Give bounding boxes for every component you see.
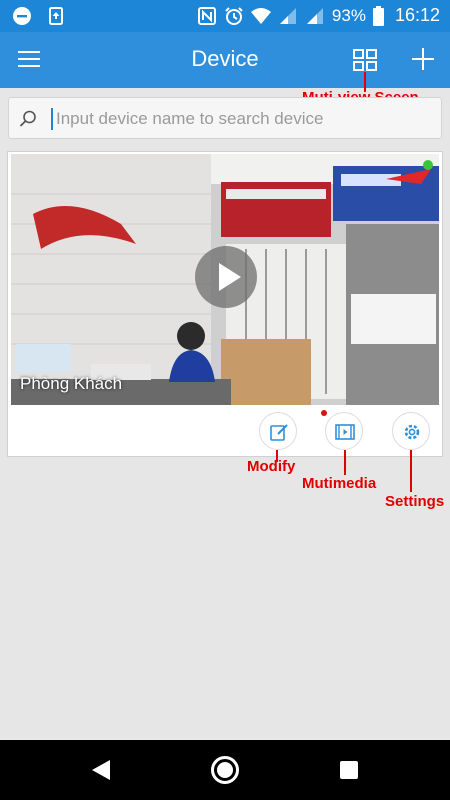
annotation-multimedia: Mutimedia [302,475,377,492]
modify-button[interactable] [259,412,297,450]
signal-icon [279,7,296,24]
wifi-icon [250,7,271,24]
signal-icon [306,7,323,24]
upload-icon [49,7,63,25]
add-icon[interactable] [408,44,438,74]
camera-preview[interactable]: Phòng Khách [11,154,439,405]
multi-view-icon[interactable] [352,47,378,73]
annotation-line [410,450,412,492]
search-input[interactable] [56,104,436,134]
app-bar: Device [0,32,450,88]
recent-apps-icon[interactable] [340,761,358,779]
status-bar: 93% 16:12 [0,0,450,32]
alarm-icon [225,6,243,25]
annotation-settings: Settings [385,493,445,510]
device-name: Phòng Khách [20,374,123,393]
home-icon[interactable] [211,756,239,784]
battery-percent: 93% [331,5,366,25]
device-actions [8,410,444,454]
system-nav-bar [0,740,450,800]
minus-circle-icon [13,7,31,25]
media-icon [335,424,355,440]
search-bar [8,97,442,139]
multimedia-button[interactable] [325,412,363,450]
text-cursor [51,108,53,130]
back-icon[interactable] [90,758,112,782]
search-icon [19,110,36,127]
nfc-icon [197,6,216,25]
clock: 16:12 [394,5,440,25]
edit-icon [270,424,288,441]
device-card: Phòng Khách [7,151,443,457]
online-status-dot [423,160,433,170]
annotation-line [344,450,346,475]
settings-button[interactable] [392,412,430,450]
play-button[interactable] [195,246,257,308]
battery-icon [372,5,384,26]
annotation-modify: Modify [247,458,296,475]
gear-icon [404,424,420,440]
page-title: Device [191,46,259,71]
